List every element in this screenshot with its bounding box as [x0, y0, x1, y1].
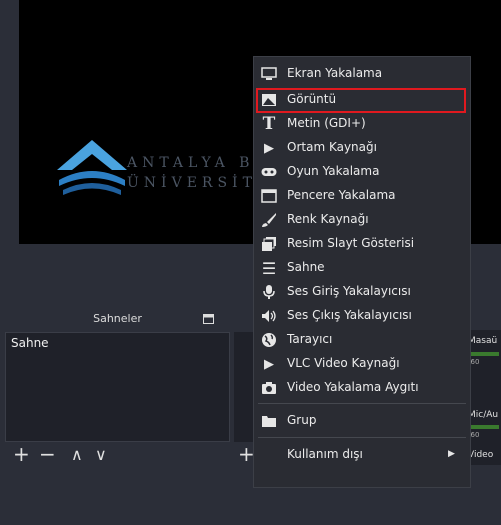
menu-item-scene[interactable]: ☰ Sahne	[255, 256, 469, 280]
menu-item-label: VLC Video Kaynağı	[287, 356, 400, 370]
menu-item-audio-input-capture[interactable]: Ses Giriş Yakalayıcısı	[255, 280, 469, 304]
scene-item[interactable]: Sahne	[7, 334, 228, 352]
menu-item-label: Oyun Yakalama	[287, 164, 380, 178]
globe-icon	[260, 331, 278, 349]
menu-item-browser[interactable]: Tarayıcı	[255, 328, 469, 352]
camera-icon	[260, 379, 278, 397]
add-source-context-menu: Ekran Yakalama Görüntü T Metin (GDI+) ▶ …	[253, 56, 471, 488]
volume-meter	[468, 425, 499, 429]
microphone-icon	[260, 283, 278, 301]
gamepad-icon	[260, 163, 278, 181]
menu-item-label: Ses Giriş Yakalayıcısı	[287, 284, 411, 298]
monitor-icon	[260, 65, 278, 83]
logo-text-line2: ÜNİVERSİTE	[127, 175, 273, 191]
play-icon: ▶	[264, 140, 274, 156]
scenes-dock: Sahneler Sahne + − ∧ ∨	[5, 308, 230, 468]
scenes-list[interactable]: Sahne	[5, 332, 230, 442]
highlight-box	[256, 88, 466, 113]
menu-item-audio-output-capture[interactable]: Ses Çıkış Yakalayıcısı	[255, 304, 469, 328]
add-scene-button[interactable]: +	[13, 444, 30, 464]
menu-item-group[interactable]: Grup	[255, 409, 469, 433]
menu-item-label: Renk Kaynağı	[287, 212, 369, 226]
volume-meter	[468, 352, 499, 356]
slideshow-icon	[260, 235, 278, 253]
scenes-toolbar: + − ∧ ∨	[5, 444, 230, 468]
move-scene-up-button[interactable]: ∧	[71, 445, 83, 465]
university-logo-icon	[57, 140, 127, 195]
window-icon	[260, 187, 278, 205]
audio-mixer-dock: Masaü -60 Mic/Au -60 Video	[466, 330, 501, 465]
menu-item-deprecated[interactable]: Kullanım dışı ▶	[255, 443, 469, 467]
menu-item-media-source[interactable]: ▶ Ortam Kaynağı	[255, 136, 469, 160]
mixer-channel-label: Mic/Au	[468, 410, 499, 420]
menu-item-label: Pencere Yakalama	[287, 188, 396, 202]
menu-separator	[258, 403, 466, 404]
menu-item-label: Sahne	[287, 260, 325, 274]
menu-separator	[258, 437, 466, 438]
folder-icon	[260, 412, 278, 430]
list-icon: ☰	[261, 258, 277, 278]
menu-item-vlc-video-source[interactable]: ▶ VLC Video Kaynağı	[255, 352, 469, 376]
menu-item-game-capture[interactable]: Oyun Yakalama	[255, 160, 469, 184]
mixer-channel-label: Video	[468, 450, 494, 460]
play-icon: ▶	[264, 356, 274, 372]
menu-item-label: Grup	[287, 413, 317, 427]
menu-item-label: Ortam Kaynağı	[287, 140, 377, 154]
brush-icon	[260, 211, 278, 229]
undock-icon[interactable]	[203, 314, 215, 325]
menu-item-label: Ses Çıkış Yakalayıcısı	[287, 308, 412, 322]
menu-item-label: Kullanım dışı	[287, 447, 363, 461]
menu-item-color-source[interactable]: Renk Kaynağı	[255, 208, 469, 232]
menu-item-text-gdi[interactable]: T Metin (GDI+)	[255, 112, 469, 136]
text-icon: T	[262, 114, 276, 134]
menu-item-video-capture-device[interactable]: Video Yakalama Aygıtı	[255, 376, 469, 400]
menu-item-label: Metin (GDI+)	[287, 116, 366, 130]
menu-item-label: Ekran Yakalama	[287, 66, 383, 80]
menu-item-window-capture[interactable]: Pencere Yakalama	[255, 184, 469, 208]
menu-item-image-slideshow[interactable]: Resim Slayt Gösterisi	[255, 232, 469, 256]
menu-item-label: Tarayıcı	[287, 332, 333, 346]
menu-item-label: Video Yakalama Aygıtı	[287, 380, 419, 394]
menu-item-display-capture[interactable]: Ekran Yakalama	[255, 62, 469, 86]
menu-item-label: Resim Slayt Gösterisi	[287, 236, 415, 250]
submenu-arrow-icon: ▶	[448, 449, 455, 459]
move-scene-down-button[interactable]: ∨	[95, 445, 107, 465]
speaker-icon	[260, 307, 278, 325]
scenes-header: Sahneler	[5, 308, 230, 330]
mixer-channel-label: Masaü	[468, 336, 498, 346]
remove-scene-button[interactable]: −	[39, 444, 56, 464]
